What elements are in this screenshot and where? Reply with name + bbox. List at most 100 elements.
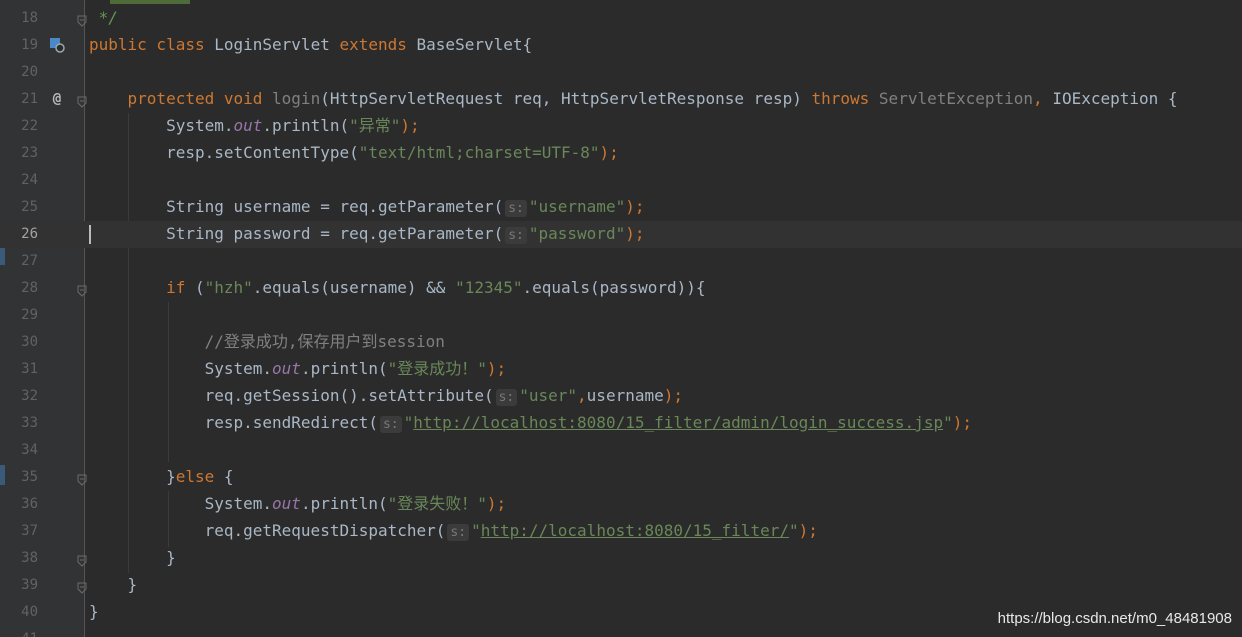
code-token: "登录失败！" [387,494,487,513]
code-token: out [272,494,301,513]
code-token: username [586,386,664,405]
code-token: .println( [300,494,388,513]
code-text[interactable]: System.out.println("登录失败！"); [89,494,507,513]
servlet-class-icon[interactable] [49,37,65,53]
code-line[interactable]: 27 [0,248,1242,275]
parameter-hint: s: [505,200,527,217]
code-text[interactable]: System.out.println("异常"); [89,117,420,135]
fold-marker-icon[interactable] [76,552,88,567]
code-token: .equals(password)){ [522,278,706,297]
code-text[interactable]: String password = req.getParameter(s: "pa… [89,225,644,244]
line-number: 41 [0,631,38,637]
code-token: , [577,386,587,405]
code-token: ServletException [878,89,1034,108]
line-number: 35 [21,469,38,485]
code-text[interactable]: }else { [89,468,233,486]
code-line[interactable]: 20 [0,59,1242,86]
code-text[interactable]: } [89,576,138,594]
text-caret [89,225,91,244]
code-token: BaseServlet{ [416,35,533,54]
override-at-icon[interactable]: @ [49,91,65,107]
code-text[interactable]: public class LoginServlet extends BaseSe… [89,36,532,54]
code-line[interactable]: 41 [0,626,1242,637]
code-line[interactable]: 33 resp.sendRedirect(s: "http://localhost… [0,410,1242,437]
code-text[interactable]: System.out.println("登录成功！"); [89,359,507,378]
line-number: 37 [21,523,38,539]
fold-marker-icon[interactable] [76,471,88,486]
code-line[interactable]: 34 [0,437,1242,464]
code-text[interactable]: } [89,603,99,621]
line-number: 36 [21,496,38,512]
code-line[interactable]: 38 } [0,545,1242,572]
code-token: " [943,413,953,432]
code-line[interactable]: 21 @ protected void login(HttpServletRequ… [0,86,1242,113]
code-line[interactable]: 19 public class LoginServlet extends Base… [0,32,1242,59]
code-text[interactable]: req.getSession().setAttribute(s: "user",u… [89,387,683,406]
parameter-hint: s: [505,227,527,244]
code-token: String password = req.getParameter( [89,224,504,243]
code-token: " [788,521,799,540]
code-token: "text/html;charset=UTF-8" [358,143,600,162]
line-number: 33 [21,415,38,431]
line-number: 28 [21,280,38,296]
line-number: 22 [21,118,38,134]
code-token: //登录成功,保存用户到session [204,332,445,351]
code-token: ); [625,224,645,243]
code-token: ( [194,278,205,297]
line-number: 23 [21,145,38,161]
code-line[interactable]: 18 */ [0,5,1242,32]
code-editor[interactable]: 18 */ 19 public class LoginServlet extends… [0,0,1242,637]
code-token: req.getRequestDispatcher( [89,521,446,540]
line-number: 24 [21,172,38,188]
url-link[interactable]: http://localhost:8080/15_filter/ [481,521,789,540]
code-text[interactable]: req.getRequestDispatcher(s: "http://local… [89,522,818,541]
code-token: out [272,359,301,378]
code-token: " [403,413,414,432]
line-number: 26 [21,226,38,242]
code-text[interactable]: String username = req.getParameter(s: "us… [89,198,644,217]
code-token: IOException { [1052,89,1178,108]
code-line[interactable]: 24 [0,167,1242,194]
code-token: login [272,89,321,108]
code-token: "异常" [349,116,401,135]
code-token: ); [625,197,645,216]
code-text[interactable]: protected void login(HttpServletRequest … [89,90,1178,108]
code-line[interactable]: 31 System.out.println("登录成功！"); [0,356,1242,383]
code-line[interactable]: 30 //登录成功,保存用户到session [0,329,1242,356]
code-line[interactable]: 39 } [0,572,1242,599]
code-line[interactable]: 22 System.out.println("异常"); [0,113,1242,140]
watermark: https://blog.csdn.net/m0_48481908 [997,610,1232,627]
fold-marker-icon[interactable] [76,579,88,594]
code-token: .println( [300,359,388,378]
url-link[interactable]: http://localhost:8080/15_filter/admin/lo… [413,413,943,432]
code-text[interactable]: resp.sendRedirect(s: "http://localhost:80… [89,414,972,433]
code-token: req.getSession().setAttribute( [89,386,494,405]
parameter-hint: s: [447,524,470,541]
code-line[interactable]: 28 if ("hzh".equals(username) && "12345"… [0,275,1242,302]
code-token: extends [339,35,417,54]
code-token: } [89,602,99,621]
code-line[interactable]: 25 String username = req.getParameter(s:… [0,194,1242,221]
code-token: } [89,548,176,567]
fold-marker-icon[interactable] [76,12,88,27]
code-line[interactable]: 29 [0,302,1242,329]
code-line[interactable]: 32 req.getSession().setAttribute(s: "user… [0,383,1242,410]
code-line[interactable]: 26 String password = req.getParameter(s:… [0,221,1242,248]
code-text[interactable]: } [89,549,176,567]
code-line[interactable]: 23 resp.setContentType("text/html;charse… [0,140,1242,167]
line-number: 38 [21,550,38,566]
line-number: 18 [21,10,38,26]
code-line[interactable]: 36 System.out.println("登录失败！"); [0,491,1242,518]
line-number: 21 [21,91,38,107]
code-token: throws [811,89,879,108]
fold-marker-icon[interactable] [76,282,88,297]
code-token: ); [486,494,507,513]
code-text[interactable]: */ [89,9,118,27]
code-text[interactable]: //登录成功,保存用户到session [89,333,445,351]
fold-marker-icon[interactable] [76,93,88,108]
code-text[interactable]: if ("hzh".equals(username) && "12345".eq… [89,278,706,297]
code-line[interactable]: 35 }else { [0,464,1242,491]
line-number: 40 [21,604,38,620]
code-text[interactable]: resp.setContentType("text/html;charset=U… [89,144,619,162]
code-line[interactable]: 37 req.getRequestDispatcher(s: "http://lo… [0,518,1242,545]
